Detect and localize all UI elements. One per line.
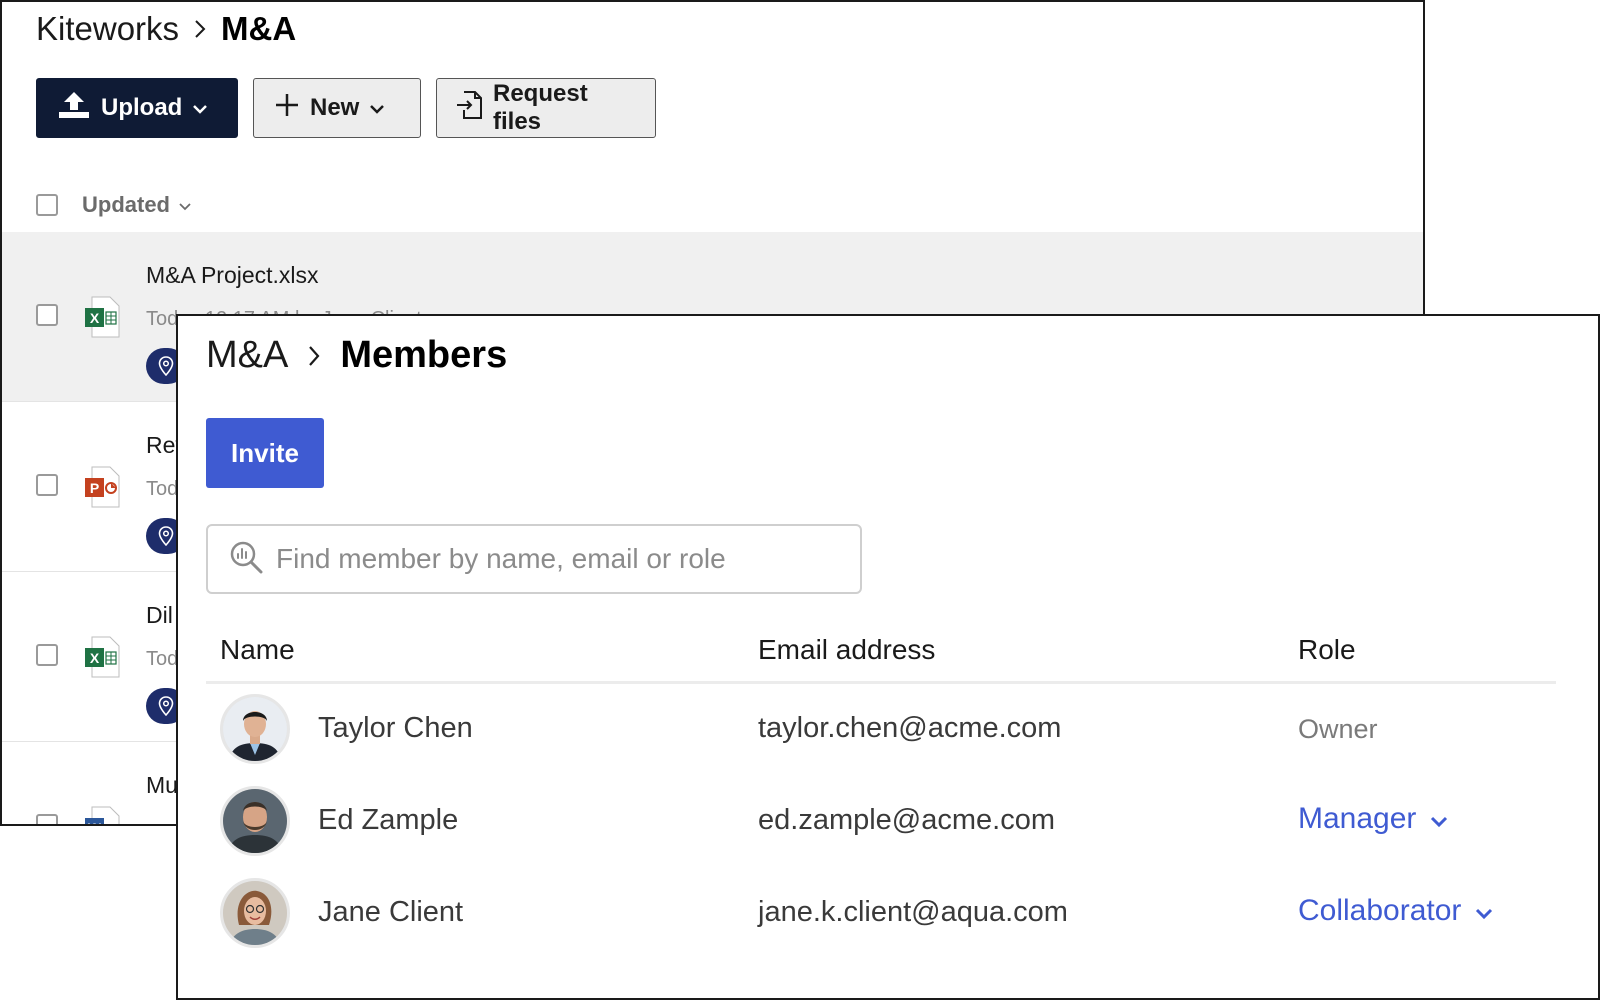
request-files-label: Request files (493, 80, 588, 135)
excel-file-icon: X (84, 296, 120, 343)
search-icon (228, 539, 264, 580)
file-name[interactable]: Dil (146, 602, 173, 629)
role-dropdown[interactable]: Manager (1298, 802, 1448, 836)
sort-label: Updated (82, 192, 170, 217)
column-header-email[interactable]: Email address (758, 634, 935, 666)
svg-text:W: W (88, 820, 102, 826)
chevron-right-icon (306, 343, 322, 369)
svg-text:X: X (90, 310, 100, 326)
members-window: M&A Members Invite Name Email address Ro… (176, 314, 1600, 1000)
member-search-input[interactable] (276, 543, 836, 575)
chevron-down-icon (1475, 894, 1493, 928)
avatar (220, 878, 290, 948)
chevron-down-icon (178, 192, 192, 218)
request-file-icon (455, 90, 483, 127)
member-row[interactable]: Ed Zample ed.zample@acme.com Manager (206, 776, 1556, 868)
row-checkbox[interactable] (36, 304, 58, 326)
file-meta: Tod (146, 478, 179, 500)
upload-icon (57, 90, 91, 127)
file-meta: Tod (146, 648, 179, 670)
chevron-down-icon (369, 94, 385, 122)
request-files-button[interactable]: Request files (436, 78, 656, 138)
member-row[interactable]: Jane Client jane.k.client@aqua.com Colla… (206, 868, 1556, 960)
member-role: Owner (1298, 714, 1378, 745)
table-header: Name Email address Role (206, 616, 1556, 684)
sort-by-updated[interactable]: Updated (82, 192, 192, 218)
excel-file-icon: X (84, 636, 120, 683)
avatar (220, 694, 290, 764)
column-header-name[interactable]: Name (220, 634, 295, 666)
member-row[interactable]: Taylor Chen taylor.chen@acme.com Owner (206, 684, 1556, 776)
breadcrumb: Kiteworks M&A (36, 10, 296, 48)
upload-button[interactable]: Upload (36, 78, 238, 138)
svg-text:X: X (90, 650, 100, 666)
breadcrumb-root-link[interactable]: M&A (206, 334, 288, 377)
word-file-icon: W (84, 806, 120, 826)
chevron-down-icon (192, 94, 208, 122)
breadcrumb-root-link[interactable]: Kiteworks (36, 10, 179, 48)
row-checkbox[interactable] (36, 814, 58, 824)
avatar (220, 786, 290, 856)
member-name: Jane Client (318, 896, 464, 928)
select-all-checkbox[interactable] (36, 194, 58, 216)
role-label: Manager (1298, 802, 1417, 835)
member-email: jane.k.client@aqua.com (758, 896, 1068, 928)
member-name: Taylor Chen (318, 712, 473, 744)
breadcrumb-current: M&A (221, 10, 297, 47)
role-label: Owner (1298, 714, 1378, 744)
breadcrumb: M&A Members (206, 334, 507, 377)
new-label: New (310, 94, 360, 121)
sort-row: Updated (36, 192, 192, 218)
new-button[interactable]: New (253, 78, 421, 138)
page-title: Members (340, 334, 508, 376)
role-dropdown[interactable]: Collaborator (1298, 894, 1493, 928)
row-checkbox[interactable] (36, 644, 58, 666)
plus-icon (274, 92, 300, 125)
upload-label: Upload (101, 94, 183, 121)
members-table: Name Email address Role Taylor Chen tayl… (206, 616, 1556, 960)
member-email: ed.zample@acme.com (758, 804, 1055, 836)
role-label: Collaborator (1298, 894, 1462, 927)
file-name[interactable]: M&A Project.xlsx (146, 262, 319, 289)
member-name: Ed Zample (318, 804, 459, 836)
member-email: taylor.chen@acme.com (758, 712, 1062, 744)
chevron-right-icon (193, 18, 207, 40)
powerpoint-file-icon: P (84, 466, 120, 513)
file-name[interactable]: Mu (146, 772, 178, 799)
column-header-role[interactable]: Role (1298, 634, 1356, 666)
chevron-down-icon (1430, 802, 1448, 836)
toolbar: Upload New Request files (36, 78, 656, 138)
member-search-box[interactable] (206, 524, 862, 594)
row-checkbox[interactable] (36, 474, 58, 496)
invite-button[interactable]: Invite (206, 418, 324, 488)
svg-text:P: P (90, 480, 99, 496)
